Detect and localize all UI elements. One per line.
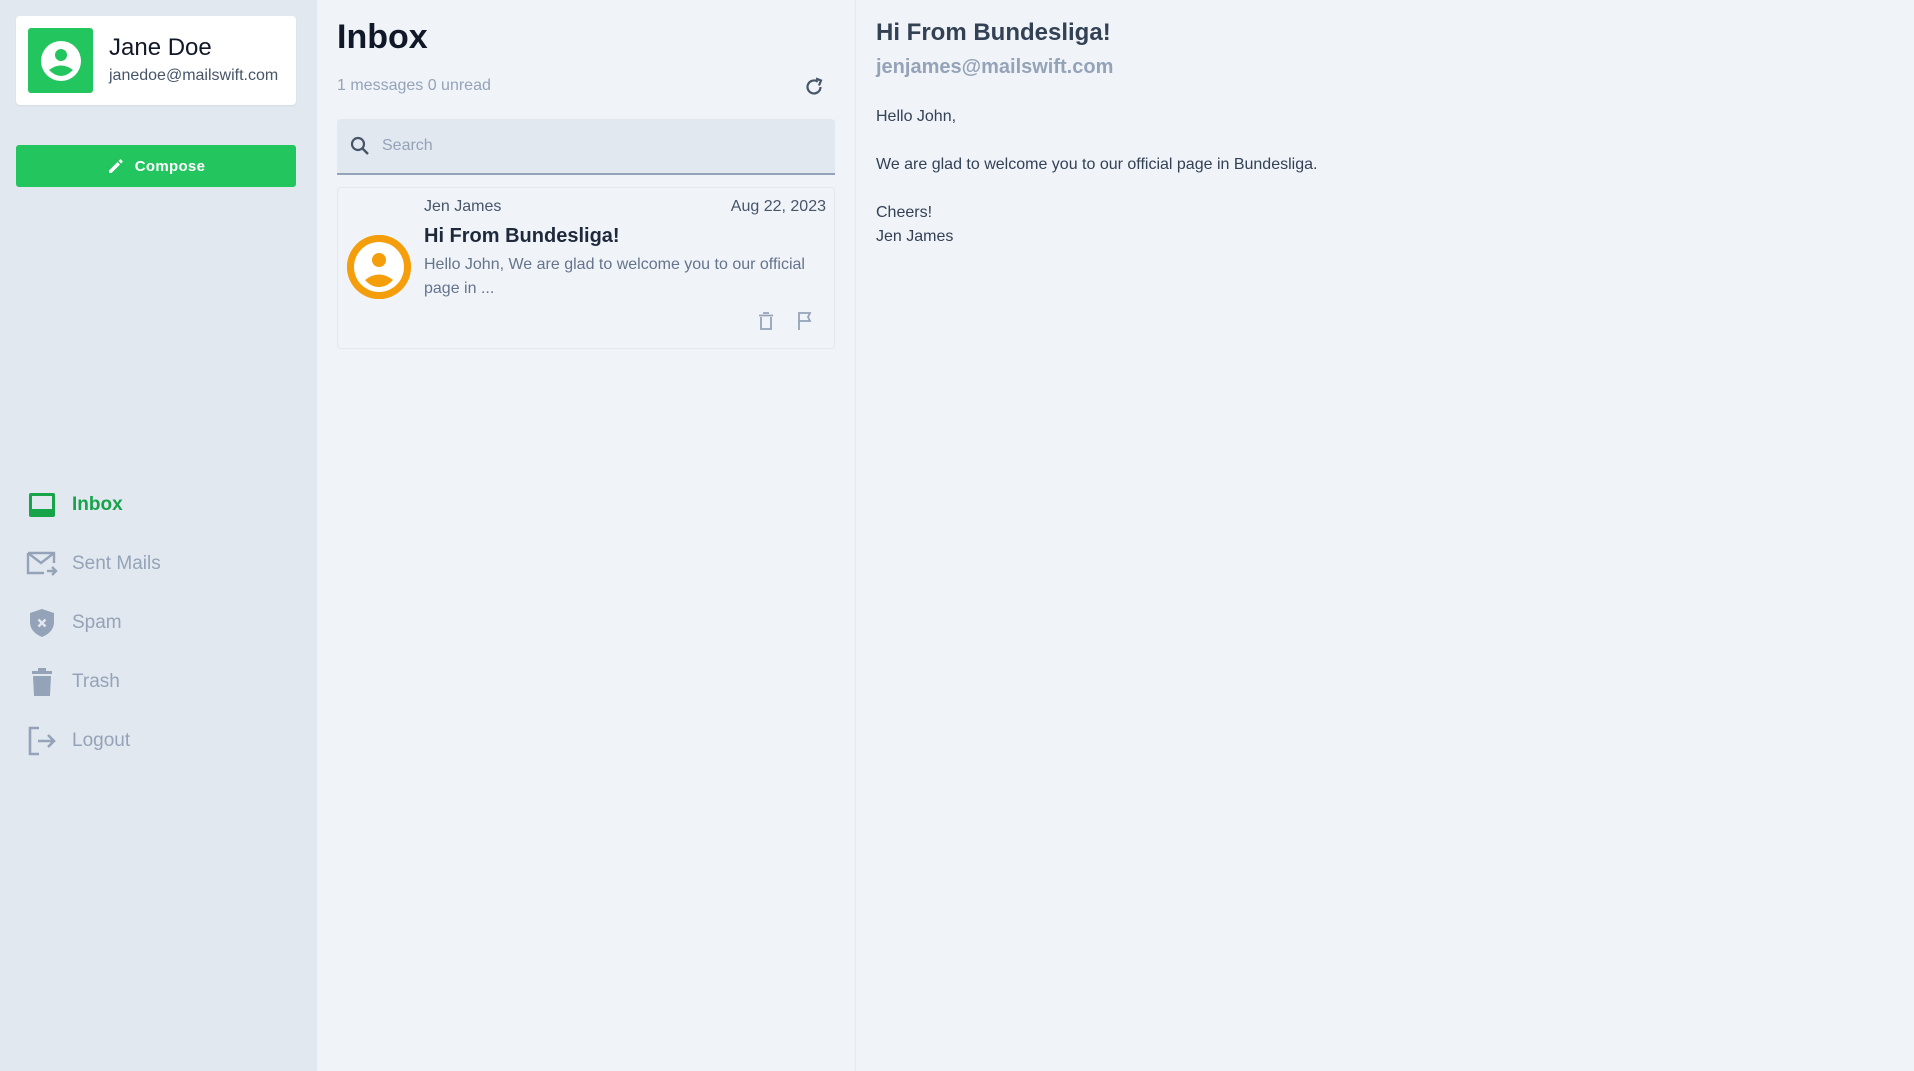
email-signoff: Cheers! xyxy=(876,204,933,221)
shield-x-icon xyxy=(26,607,58,639)
nav-label-logout: Logout xyxy=(72,729,131,751)
email-signature: Jen James xyxy=(876,228,954,245)
message-list-item[interactable]: Jen James Aug 22, 2023 Hi From Bundeslig… xyxy=(337,187,835,349)
reading-pane: Hi From Bundesliga! jenjames@mailswift.c… xyxy=(857,0,1914,1071)
message-subject: Hi From Bundesliga! xyxy=(424,225,620,247)
trash-icon xyxy=(26,666,58,698)
email-greeting: Hello John, xyxy=(876,108,957,125)
nav-item-logout[interactable]: Logout xyxy=(0,711,317,770)
compose-button[interactable]: Compose xyxy=(16,145,296,187)
user-name: Jane Doe xyxy=(109,34,212,61)
page-title: Inbox xyxy=(337,18,428,56)
message-list-panel: Inbox 1 messages 0 unread Jen James Aug … xyxy=(317,0,856,1071)
message-preview: Hello John, We are glad to welcome you t… xyxy=(424,256,805,297)
email-body: Hello John, We are glad to welcome you t… xyxy=(876,105,1317,249)
compose-label: Compose xyxy=(134,157,206,175)
message-date: Aug 22, 2023 xyxy=(730,198,826,215)
message-count: 1 messages 0 unread xyxy=(337,77,491,94)
sent-mail-icon xyxy=(26,548,58,580)
user-circle-icon xyxy=(347,235,411,299)
search-icon xyxy=(350,136,369,155)
nav-item-trash[interactable]: Trash xyxy=(0,652,317,711)
search-bar xyxy=(337,119,835,175)
inbox-icon xyxy=(26,489,58,521)
nav-item-inbox[interactable]: Inbox xyxy=(0,475,317,534)
refresh-icon[interactable] xyxy=(803,76,825,98)
flag-icon[interactable] xyxy=(795,310,817,332)
avatar xyxy=(28,28,93,93)
user-circle-icon xyxy=(40,40,81,81)
sender-avatar xyxy=(347,235,411,299)
nav-item-spam[interactable]: Spam xyxy=(0,593,317,652)
logout-icon xyxy=(26,725,58,757)
nav-label-sent-mails: Sent Mails xyxy=(72,552,161,574)
search-input[interactable] xyxy=(382,137,802,155)
profile-card: Jane Doe janedoe@mailswift.com xyxy=(16,16,296,105)
main-nav: Inbox Sent Mails Spam Trash Logout xyxy=(0,475,317,770)
email-sender-address[interactable]: jenjames@mailswift.com xyxy=(876,56,1113,79)
user-email: janedoe@mailswift.com xyxy=(109,67,279,84)
sidebar: Jane Doe janedoe@mailswift.com Compose I… xyxy=(0,0,317,1071)
email-body-text: We are glad to welcome you to our offici… xyxy=(876,156,1318,173)
nav-item-sent-mails[interactable]: Sent Mails xyxy=(0,534,317,593)
email-subject: Hi From Bundesliga! xyxy=(876,19,1111,46)
nav-label-trash: Trash xyxy=(72,670,120,692)
delete-icon[interactable] xyxy=(755,310,777,332)
nav-label-inbox: Inbox xyxy=(72,493,123,515)
pencil-icon xyxy=(108,159,123,173)
nav-label-spam: Spam xyxy=(72,611,122,633)
message-sender: Jen James xyxy=(424,198,502,215)
